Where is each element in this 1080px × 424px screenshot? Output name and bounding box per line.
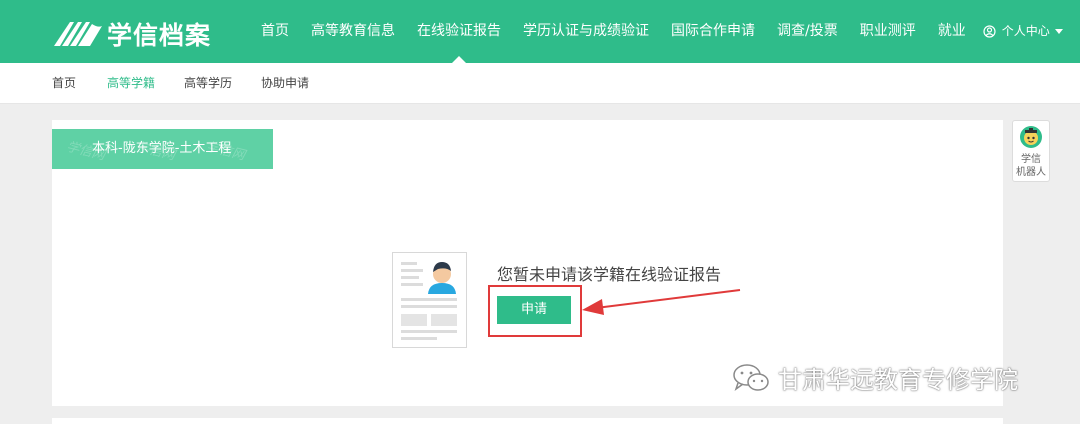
robot-label-2: 机器人: [1016, 167, 1046, 178]
main-nav: 首页 高等教育信息 在线验证报告 学历认证与成绩验证 国际合作申请 调查/投票 …: [250, 0, 1074, 63]
apply-button[interactable]: 申请: [497, 296, 571, 324]
book-logo-icon: [54, 22, 102, 46]
enrollment-tag-label: 本科-陇东学院-土木工程: [92, 141, 232, 156]
subnav-degree[interactable]: 高等学历: [184, 63, 232, 104]
sub-nav: 首页 高等学籍 高等学历 协助申请: [0, 63, 1080, 104]
logo-text: 学信档案: [107, 21, 212, 50]
nav-higher-edu-info[interactable]: 高等教育信息: [311, 0, 395, 63]
subnav-assist[interactable]: 协助申请: [261, 63, 309, 104]
watermark: 甘肃华远教育专修学院: [732, 360, 1018, 395]
red-arrow-icon: [582, 289, 741, 315]
nav-career-test[interactable]: 职业测评: [860, 0, 916, 63]
nav-international[interactable]: 国际合作申请: [671, 0, 755, 63]
robot-label-1: 学信: [1021, 154, 1041, 165]
caret-down-icon: [1054, 29, 1063, 34]
wechat-icon: [733, 363, 769, 391]
subnav-enrollment[interactable]: 高等学籍: [107, 63, 155, 104]
nav-degree-verification[interactable]: 学历认证与成绩验证: [523, 0, 649, 63]
nav-online-report[interactable]: 在线验证报告: [417, 0, 501, 63]
robot-avatar-icon: [1020, 126, 1042, 148]
user-center-menu[interactable]: 个人中心: [983, 0, 1063, 63]
watermark-text: 甘肃华远教育专修学院: [778, 366, 1018, 394]
logo[interactable]: 学信档案: [52, 16, 211, 52]
enrollment-tag[interactable]: 学信网 学信网 学信网 本科-陇东学院-土木工程: [52, 129, 273, 169]
next-card-edge: [52, 418, 1003, 424]
nav-employment[interactable]: 就业: [938, 0, 966, 63]
user-center-label: 个人中心: [1001, 24, 1050, 38]
subnav-home[interactable]: 首页: [52, 63, 76, 104]
user-circle-icon: [983, 25, 996, 38]
robot-assistant[interactable]: 学信 机器人: [1012, 120, 1050, 182]
resume-person-icon: [392, 252, 467, 348]
nav-home[interactable]: 首页: [261, 0, 289, 63]
top-header: 学信档案 首页 高等教育信息 在线验证报告 学历认证与成绩验证 国际合作申请 调…: [0, 0, 1080, 63]
nav-survey[interactable]: 调查/投票: [777, 0, 838, 63]
